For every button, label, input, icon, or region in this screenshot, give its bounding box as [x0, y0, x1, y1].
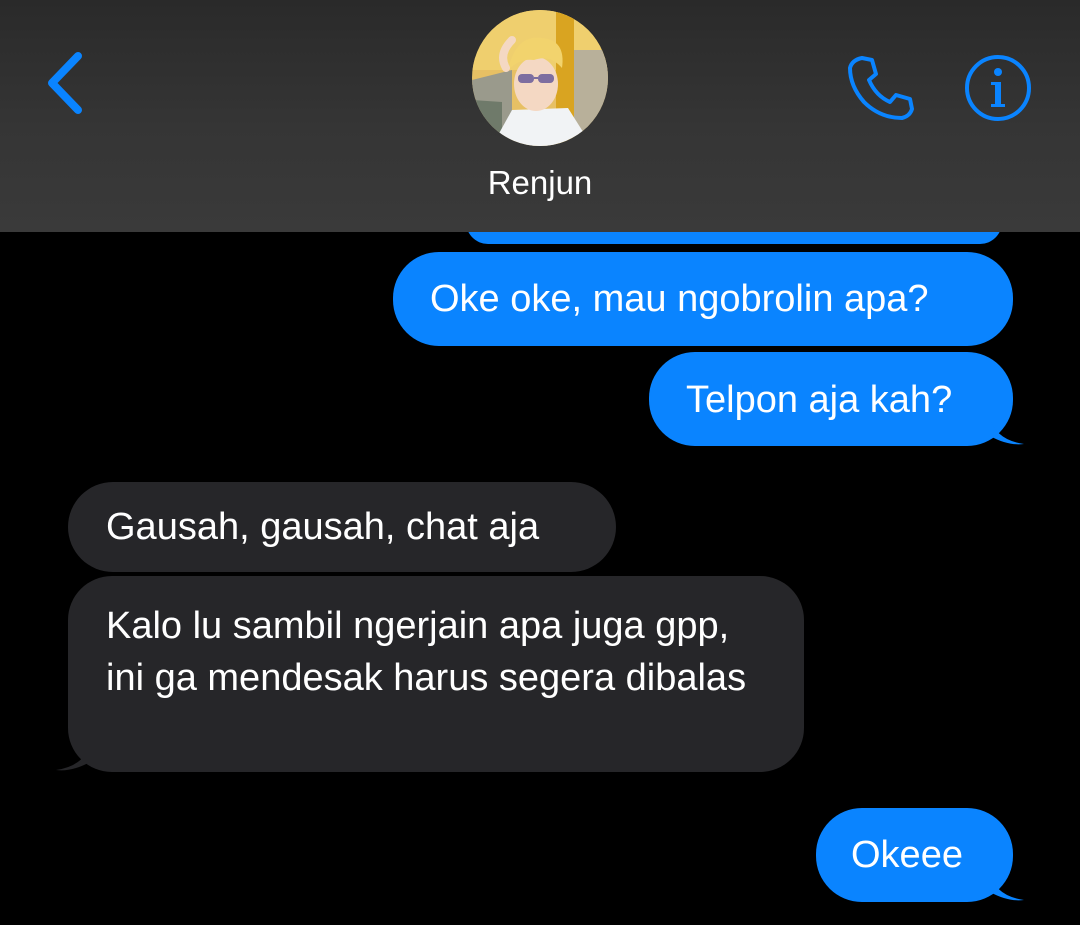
chat-header: Renjun [0, 0, 1080, 232]
avatar-image [472, 10, 608, 146]
message-bubble-incoming[interactable]: Kalo lu sambil ngerjain apa juga gpp, in… [68, 576, 804, 772]
message-bubble-outgoing[interactable]: Oke oke, mau ngobrolin apa? [393, 252, 1013, 346]
call-button[interactable] [844, 52, 916, 124]
message-text: Oke oke, mau ngobrolin apa? [430, 278, 929, 320]
bubble-tail [990, 874, 1024, 901]
message-bubble-outgoing[interactable]: Telpon aja kah? [649, 352, 1013, 446]
info-button[interactable] [964, 54, 1032, 122]
message-text: Gausah, gausah, chat aja [106, 506, 540, 548]
bubble-tail [990, 418, 1024, 445]
contact-name[interactable]: Renjun [0, 164, 1080, 202]
message-bubble-outgoing[interactable]: Okeee [816, 808, 1013, 902]
bubble-tail [56, 744, 90, 771]
message-text: Telpon aja kah? [686, 379, 953, 421]
phone-icon [848, 56, 914, 120]
chevron-left-icon [48, 52, 82, 114]
message-text: Okeee [851, 834, 963, 876]
message-bubble-incoming[interactable]: Gausah, gausah, chat aja [68, 482, 616, 572]
message-text: Kalo lu sambil ngerjain apa juga gpp, in… [106, 605, 747, 699]
contact-avatar[interactable] [472, 10, 608, 146]
info-icon [965, 55, 1031, 121]
back-button[interactable] [40, 48, 100, 118]
